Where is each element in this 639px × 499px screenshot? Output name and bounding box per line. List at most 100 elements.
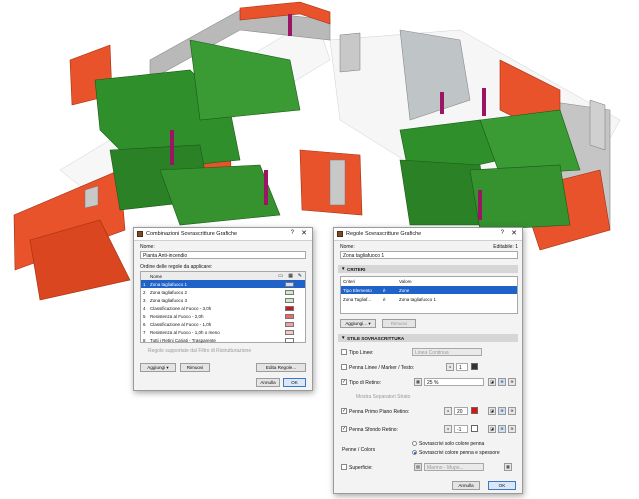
edit-rules-button[interactable]: Edita Regole... — [256, 363, 306, 372]
hatch-icon: ▦ — [414, 378, 422, 386]
penna-sfondo-color[interactable] — [471, 425, 478, 432]
archicad-app-icon — [337, 231, 343, 237]
tipo-retino-select[interactable]: 25 % — [424, 378, 484, 386]
nome-input[interactable]: Zona tagliafuoco 1 — [340, 251, 518, 259]
penna-sfondo-checkbox[interactable]: ✓ — [341, 426, 347, 432]
penne-colors-label: Penne / Colors — [342, 447, 376, 453]
rule-row[interactable]: 1 Zona tagliafuoco 1 — [141, 280, 305, 288]
penna-sfondo-number[interactable]: -1 — [454, 425, 468, 433]
column-1 — [288, 14, 292, 36]
penna-linee-color[interactable] — [471, 363, 478, 370]
criterio-value[interactable]: Zone — [399, 288, 409, 293]
penna-primo-label: Penna Primo Piano Retino: — [349, 409, 410, 415]
criterio-name: Zona Tagliaf... — [343, 296, 372, 302]
rule-number: 3 — [143, 297, 146, 303]
remove-rule-button[interactable]: Rimuovi — [180, 363, 210, 372]
criterio-operator[interactable]: è — [383, 288, 386, 293]
cancel-button[interactable]: Annulla — [256, 378, 280, 387]
criterio-operator[interactable]: è — [383, 297, 386, 302]
help-button[interactable]: ? — [291, 230, 294, 236]
rule-row[interactable]: 4 Classificazione al Fuoco - 3,0h — [141, 304, 305, 312]
penna-primo-color[interactable] — [471, 407, 478, 414]
radio-colore-spessore[interactable] — [412, 450, 417, 455]
criteri-section-header[interactable]: ▼ CRITERI — [338, 265, 518, 273]
superficie-label: Superficie: — [349, 465, 373, 471]
building-model-3d-view — [13, 1, 621, 301]
combinazioni-dialog: Combinazioni Sovrascritture Grafiche ? ✕… — [133, 227, 313, 391]
criterio-row[interactable]: Tipo Elemento è Zone — [341, 286, 517, 294]
fill-option-icon-5[interactable]: ≋ — [498, 407, 506, 415]
add-criterio-button[interactable]: Aggiungi... ▾ — [340, 319, 376, 328]
rule-number: 8 — [143, 337, 146, 343]
window-mid-1 — [339, 32, 361, 73]
rule-name: Zona tagliafuoco 2 — [150, 289, 188, 295]
criterio-value[interactable]: Zona tagliafuoco 1 — [399, 297, 436, 302]
rule-color-swatch — [285, 305, 294, 311]
rule-name: Tutti i Retini Cariati - Trasparente — [150, 337, 216, 343]
collapse-icon: ▼ — [341, 335, 346, 340]
superficie-checkbox[interactable] — [341, 464, 347, 470]
add-criterio-label: Aggiungi... — [345, 321, 368, 326]
window-left-1 — [84, 185, 99, 209]
surface-icon: ▤ — [414, 463, 422, 471]
tipo-linee-select[interactable]: Linea Continua — [412, 348, 482, 356]
pen-icon: ✎ — [297, 273, 302, 279]
superficie-select[interactable]: Marmo - Mupo... — [424, 463, 484, 471]
rule-color-swatch — [285, 289, 294, 295]
fill-option-icon-3[interactable]: ≋ — [508, 378, 516, 386]
rule-name: Classificazione al Fuoco - 1,0h — [150, 321, 212, 327]
tipo-retino-label: Tipo di Retino: — [349, 380, 382, 386]
criterio-row[interactable]: Zona Tagliaf... è Zona tagliafuoco 1 — [341, 295, 517, 303]
rule-row[interactable]: 3 Zona tagliafuoco 3 — [141, 296, 305, 304]
fill-option-icon-9[interactable]: ≋ — [508, 425, 516, 433]
rule-row[interactable]: 2 Zona tagliafuoco 2 — [141, 288, 305, 296]
hint-text: Regole supportate dal Filtro di Ristrutt… — [148, 348, 252, 354]
criteri-table[interactable]: Criteri Valore Tipo Elemento è Zone Zona Ta… — [340, 276, 518, 314]
ok-button[interactable]: OK — [283, 378, 306, 387]
regole-dialog: Regole Sovrascritture Grafiche ? ✕ Nome:… — [333, 227, 523, 494]
column-2 — [170, 130, 174, 165]
help-button[interactable]: ? — [501, 230, 504, 236]
ordine-label: Ordine delle regole da applicare: — [140, 264, 213, 270]
col-valore-header: Valore — [399, 278, 412, 284]
window-right-1 — [589, 99, 606, 151]
col-criteri-header: Criteri — [343, 278, 355, 284]
remove-criterio-button[interactable]: Rimuovi — [382, 319, 416, 328]
fill-option-icon-1[interactable]: ◪ — [488, 378, 496, 386]
penna-primo-checkbox[interactable]: ✓ — [341, 408, 347, 414]
rule-row[interactable]: 5 Resistenza al Fuoco - 2,0h — [141, 312, 305, 320]
rule-number: 6 — [143, 321, 146, 327]
rule-color-swatch — [285, 281, 294, 287]
regole-titlebar: Regole Sovrascritture Grafiche ? ✕ — [334, 228, 522, 241]
radio-solo-colore-label: Sovrascrivi solo colore penna — [419, 441, 485, 447]
rule-number: 7 — [143, 329, 146, 335]
rule-row[interactable]: 6 Classificazione al Fuoco - 1,0h — [141, 320, 305, 328]
surface-option-icon[interactable]: ▦ — [504, 463, 512, 471]
tipo-retino-checkbox[interactable]: ✓ — [341, 379, 347, 385]
rule-name: Classificazione al Fuoco - 3,0h — [150, 305, 212, 311]
fill-option-icon-7[interactable]: ◪ — [488, 425, 496, 433]
rule-row[interactable]: 8 Tutti i Retini Cariati - Trasparente — [141, 336, 305, 344]
fill-option-icon-4[interactable]: ◪ — [488, 407, 496, 415]
stile-section-header[interactable]: ▼ STILE SOVRASCRITTURA — [338, 334, 518, 342]
ok-button[interactable]: OK — [488, 481, 516, 490]
fill-option-icon-6[interactable]: ≋ — [508, 407, 516, 415]
close-icon[interactable]: ✕ — [301, 229, 307, 237]
penna-linee-checkbox[interactable] — [341, 364, 347, 370]
window-right-2 — [329, 159, 346, 206]
fill-option-icon-2[interactable]: ≋ — [498, 378, 506, 386]
penna-primo-number[interactable]: 20 — [454, 407, 468, 415]
rule-row[interactable]: 7 Resistenza al Fuoco - 1,0h o meno — [141, 328, 305, 336]
penna-linee-number[interactable]: 1 — [456, 363, 468, 371]
column-6 — [440, 92, 444, 114]
nome-input[interactable]: Pianta Anti-incendio — [140, 251, 306, 259]
criteri-table-header: Criteri Valore — [341, 277, 517, 285]
radio-solo-colore[interactable] — [412, 441, 417, 446]
tipo-linee-checkbox[interactable] — [341, 349, 347, 355]
fill-option-icon-8[interactable]: ≋ — [498, 425, 506, 433]
cancel-button[interactable]: Annulla — [452, 481, 480, 490]
add-rule-button[interactable]: Aggiungi ▾ — [140, 363, 176, 372]
editable-count: Editabile: 1 — [493, 244, 518, 250]
rules-list[interactable]: Nome ▭ ▦ ✎ 1 Zona tagliafuoco 1 2 Zona tagl… — [140, 271, 306, 343]
close-icon[interactable]: ✕ — [511, 229, 517, 237]
